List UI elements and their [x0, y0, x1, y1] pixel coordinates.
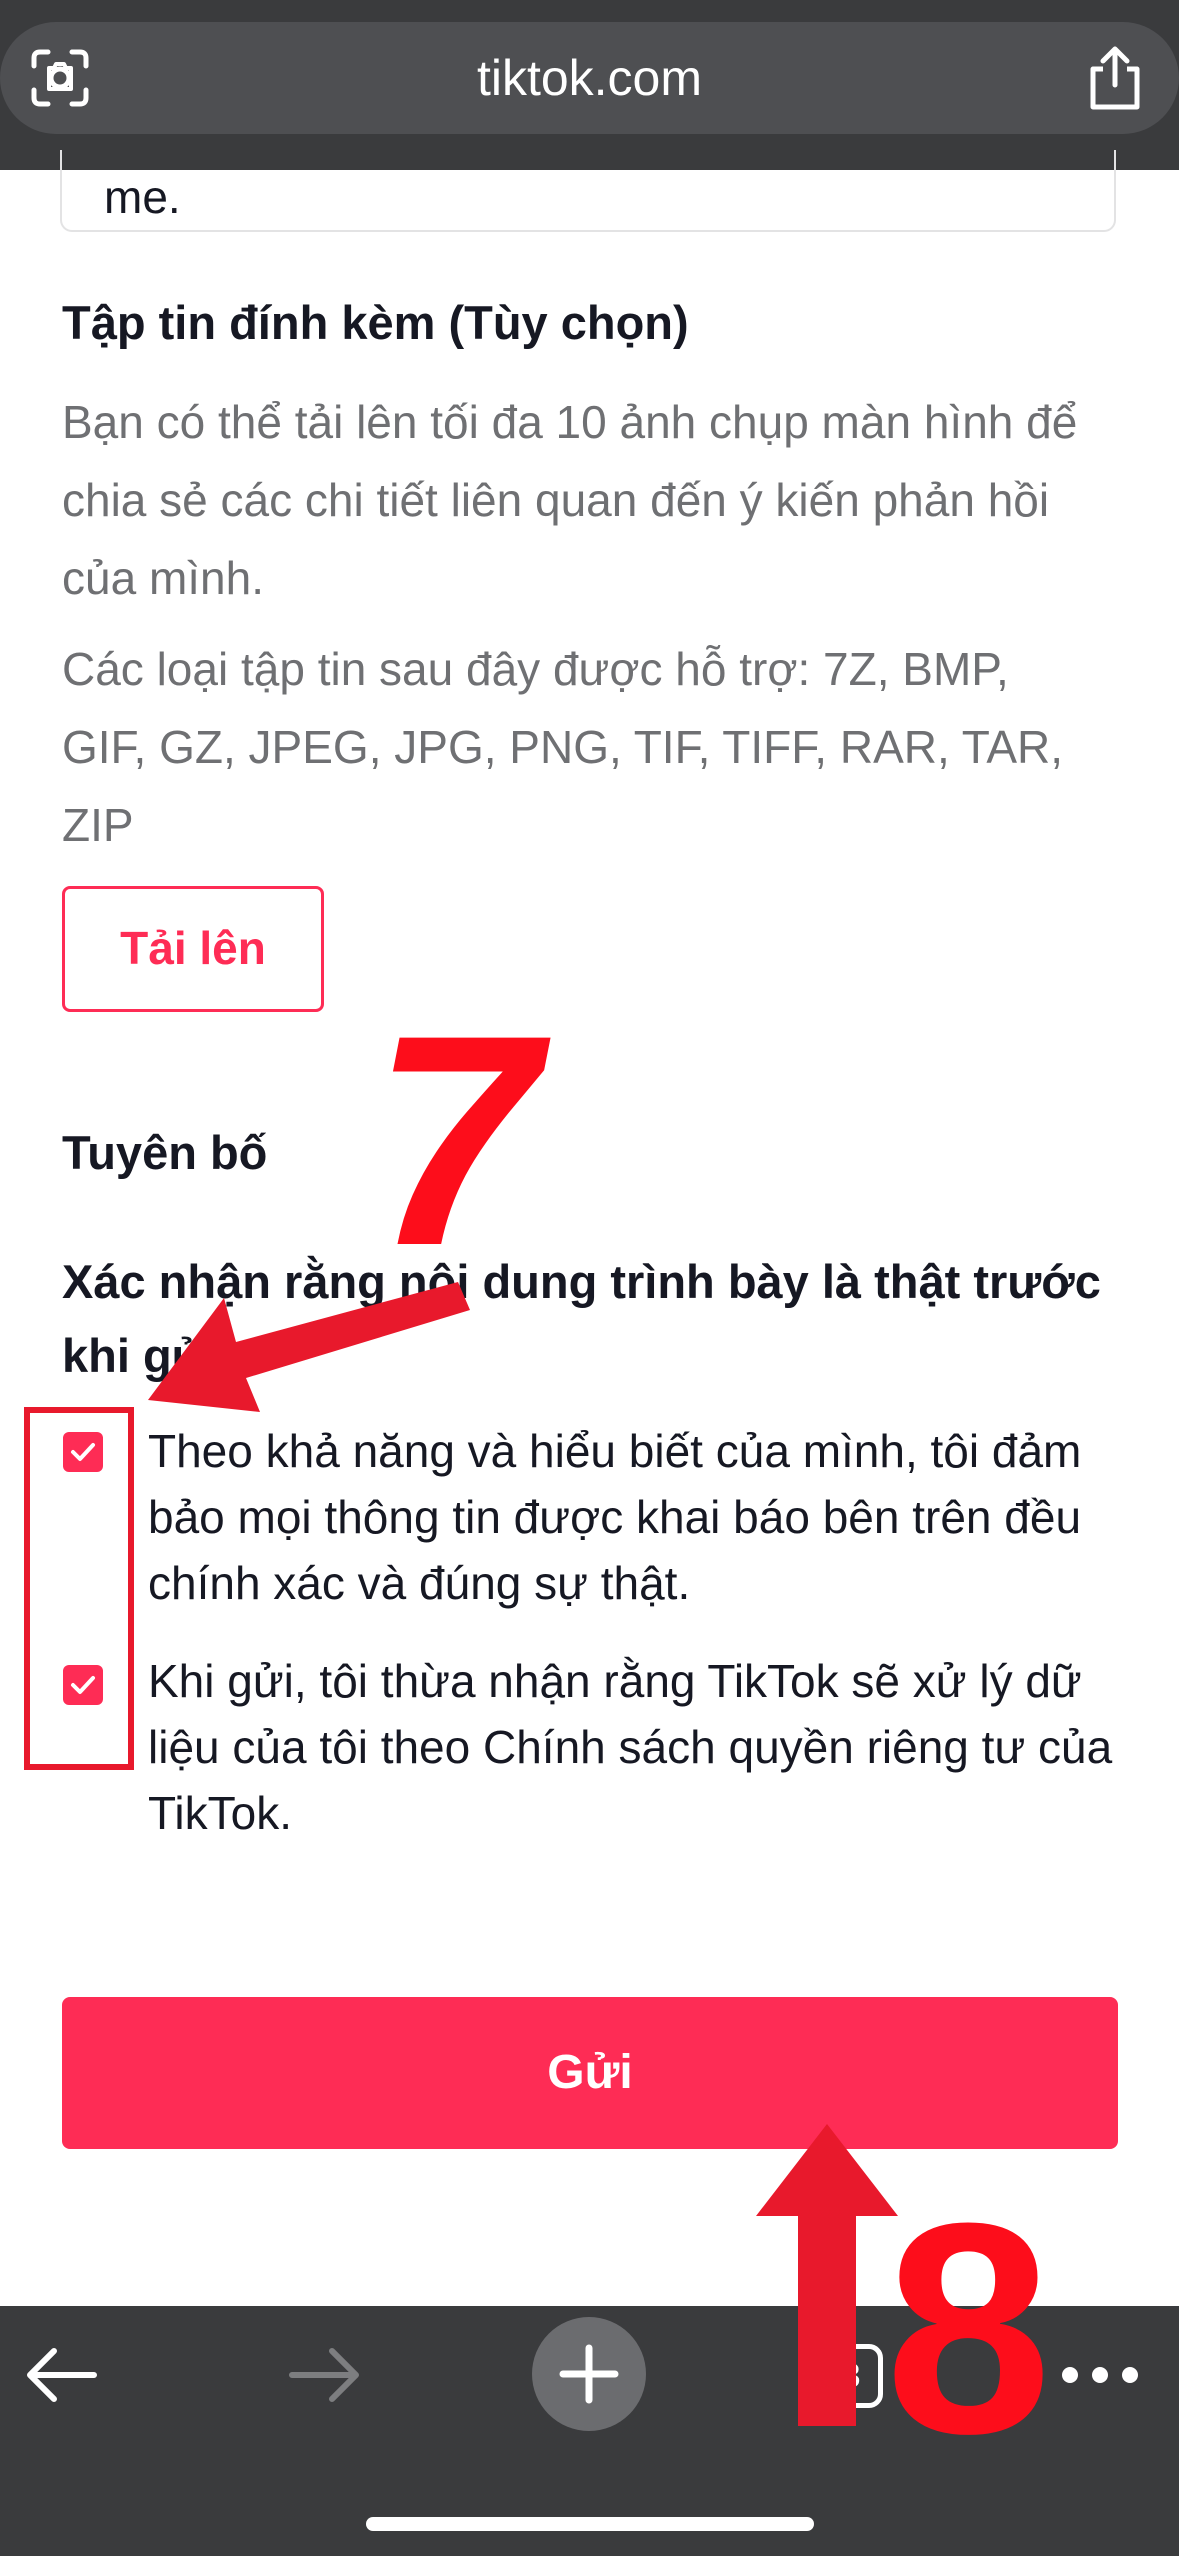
- attachments-heading: Tập tin đính kèm (Tùy chọn): [62, 296, 689, 349]
- home-indicator: [366, 2517, 814, 2531]
- supported-file-types: Các loại tập tin sau đây được hỗ trợ: 7Z…: [62, 643, 1064, 851]
- annotation-arrow-up: [756, 2124, 898, 2426]
- checkbox-highlight-box: [24, 1407, 134, 1770]
- attachments-description: Bạn có thể tải lên tối đa 10 ảnh chụp mà…: [62, 396, 1078, 604]
- back-arrow-icon[interactable]: [18, 2340, 102, 2410]
- new-tab-plus-icon[interactable]: [532, 2317, 646, 2431]
- forward-arrow-icon[interactable]: [284, 2340, 368, 2410]
- share-icon[interactable]: [1080, 42, 1150, 114]
- step-8-label: 8: [885, 2160, 1052, 2496]
- description-textarea[interactable]: [60, 150, 1116, 232]
- checkbox-privacy-label[interactable]: Khi gửi, tôi thừa nhận rằng TikTok sẽ xử…: [148, 1648, 1118, 1846]
- upload-button[interactable]: Tải lên: [62, 886, 324, 1012]
- checkbox-accuracy-label[interactable]: Theo khả năng và hiểu biết của mình, tôi…: [148, 1418, 1118, 1616]
- description-text: me.: [104, 171, 181, 223]
- submit-button[interactable]: Gửi: [62, 1997, 1118, 2149]
- step-7-label: 7: [372, 972, 539, 1308]
- more-icon[interactable]: [1050, 2350, 1150, 2400]
- scan-icon[interactable]: [28, 46, 92, 110]
- address-url[interactable]: tiktok.com: [0, 22, 1179, 134]
- declaration-heading: Tuyên bố: [62, 1126, 268, 1179]
